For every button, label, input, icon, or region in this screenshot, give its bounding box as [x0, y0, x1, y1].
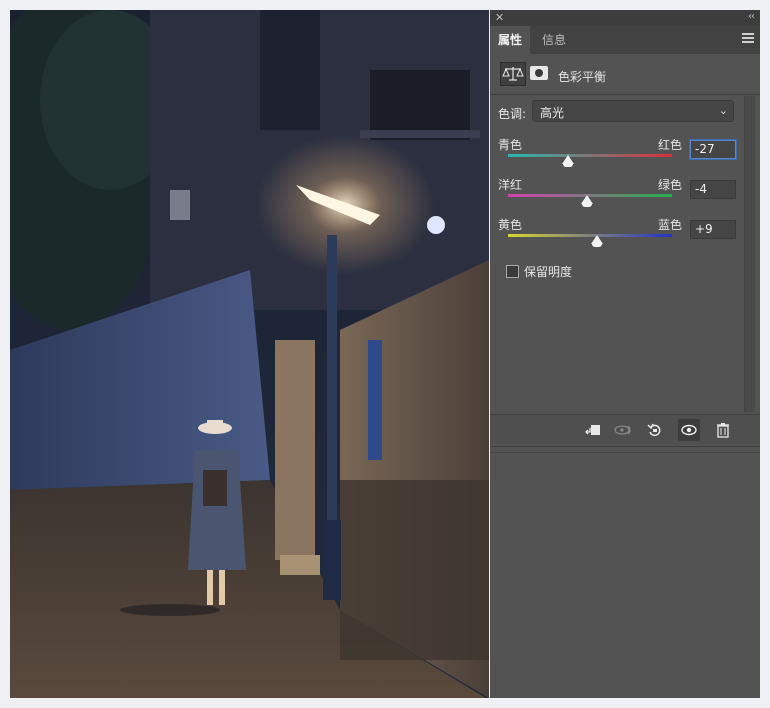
slider-value-input[interactable]: -27	[690, 140, 736, 159]
photo-canvas[interactable]	[10, 10, 489, 698]
slider-thumb[interactable]	[561, 155, 574, 167]
properties-panel: ✕ ‹‹ 属性 信息 色彩平衡 色调: 高光 ⌄ 青色 红色 -27 洋红 绿色 -4 黄色…	[490, 10, 760, 698]
visibility-eye-icon[interactable]	[678, 419, 700, 441]
tab-info[interactable]: 信息	[534, 26, 574, 54]
slider-thumb[interactable]	[591, 235, 604, 247]
night-street-photo	[10, 10, 489, 698]
panel-bottom-toolbar	[490, 414, 760, 445]
slider-row: 洋红 绿色 -4	[490, 176, 760, 216]
layer-mask-icon[interactable]	[530, 66, 548, 80]
slider-track[interactable]	[508, 234, 672, 237]
slider-value-input[interactable]: -4	[690, 180, 736, 199]
chevron-down-icon: ⌄	[718, 104, 728, 117]
slider-track[interactable]	[508, 154, 672, 157]
checkbox-box[interactable]	[506, 265, 519, 278]
color-balance-icon[interactable]	[500, 62, 526, 86]
panel-empty-area	[490, 444, 760, 698]
slider-thumb[interactable]	[580, 195, 593, 207]
slider-left-label: 黄色	[498, 218, 523, 232]
clip-to-layer-icon[interactable]	[584, 421, 602, 439]
divider	[490, 94, 760, 95]
slider-value-input[interactable]: +9	[690, 220, 736, 239]
tab-properties[interactable]: 属性	[490, 26, 531, 54]
reset-icon[interactable]	[646, 421, 664, 439]
slider-right-label: 红色	[658, 138, 683, 152]
slider-row: 黄色 蓝色 +9	[490, 216, 760, 256]
tone-label: 色调:	[498, 107, 527, 121]
view-previous-icon[interactable]	[614, 421, 632, 439]
panel-close-icon[interactable]: ✕	[495, 11, 504, 24]
slider-row: 青色 红色 -27	[490, 136, 760, 176]
slider-right-label: 蓝色	[658, 218, 683, 232]
preserve-luminosity-label: 保留明度	[524, 265, 573, 279]
trash-icon[interactable]	[714, 421, 732, 439]
slider-right-label: 绿色	[658, 178, 683, 192]
panel-titlebar: ✕ ‹‹	[490, 10, 760, 26]
slider-left-label: 洋红	[498, 178, 523, 192]
panel-tabbar: 属性 信息	[490, 26, 760, 54]
adjustment-title: 色彩平衡	[558, 70, 607, 84]
tone-dropdown[interactable]: 高光 ⌄	[532, 100, 734, 122]
slider-left-label: 青色	[498, 138, 523, 152]
panel-scrollbar[interactable]	[744, 96, 755, 412]
panel-collapse-icon[interactable]: ‹‹	[748, 11, 755, 22]
adjustment-header: 色彩平衡	[490, 56, 760, 92]
tone-selected-value: 高光	[540, 106, 565, 120]
panel-menu-icon[interactable]	[742, 33, 754, 45]
